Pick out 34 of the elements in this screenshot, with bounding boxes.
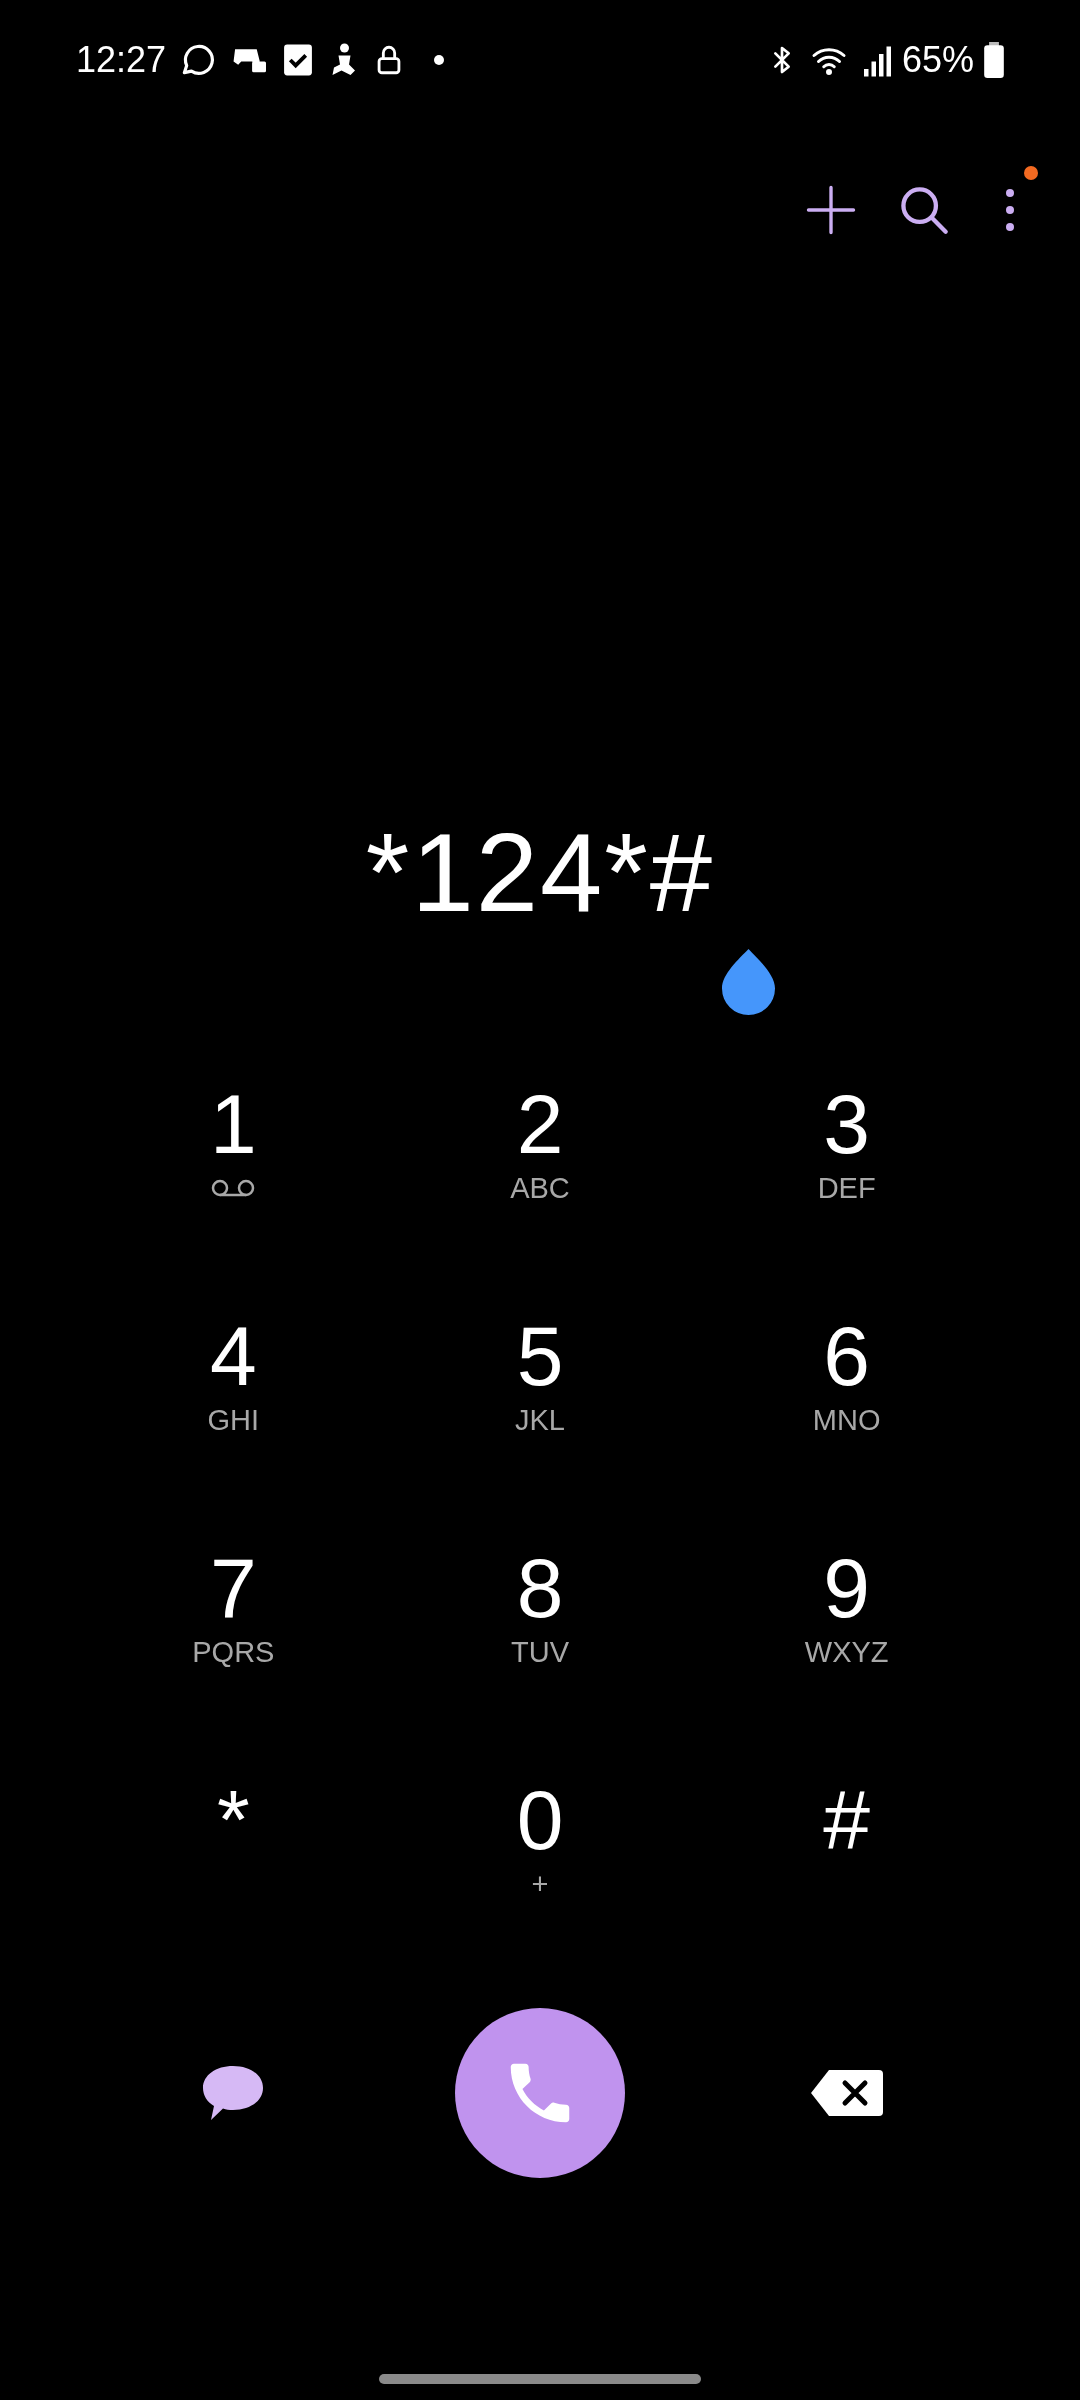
- key-digit[interactable]: 7: [209, 1546, 257, 1630]
- key-digit[interactable]: 6: [823, 1314, 870, 1398]
- key-digit[interactable]: 0: [516, 1778, 564, 1862]
- add-icon[interactable]: [804, 183, 858, 237]
- key-letters: +: [531, 1870, 549, 1899]
- key-digit[interactable]: 5: [516, 1314, 564, 1398]
- key-digit[interactable]: 2: [516, 1082, 564, 1166]
- dot-icon: [434, 55, 445, 65]
- key-digit[interactable]: 9: [823, 1546, 870, 1630]
- key-digit[interactable]: 4: [209, 1314, 257, 1398]
- key-letters: TUV: [511, 1638, 569, 1667]
- key-letters: WXYZ: [804, 1638, 889, 1667]
- cursor-handle-icon[interactable]: [722, 949, 775, 1015]
- voicemail-icon: [210, 1178, 257, 1198]
- key-letters: GHI: [207, 1406, 260, 1435]
- dialed-number: *124*#: [365, 816, 715, 929]
- key-digit[interactable]: 1: [209, 1082, 257, 1166]
- status-time: 12:27: [76, 38, 167, 82]
- key-letters: DEF: [817, 1174, 876, 1203]
- key-digit[interactable]: 3: [823, 1082, 870, 1166]
- battery-percent: 65%: [901, 38, 974, 82]
- more-options-icon[interactable]: [1005, 188, 1015, 232]
- search-icon[interactable]: [898, 184, 950, 236]
- key-digit[interactable]: *: [216, 1778, 250, 1862]
- key-digit[interactable]: 8: [516, 1546, 564, 1630]
- key-letters: JKL: [515, 1406, 565, 1435]
- key-letters: MNO: [812, 1406, 881, 1435]
- message-icon[interactable]: [201, 2064, 266, 2122]
- backspace-icon[interactable]: [808, 2068, 885, 2118]
- key-letters: ABC: [510, 1174, 570, 1203]
- key-digit[interactable]: #: [823, 1778, 870, 1862]
- battery-icon: [984, 42, 1004, 78]
- key-letters: PQRS: [192, 1638, 275, 1667]
- checkbox-icon: [282, 43, 315, 77]
